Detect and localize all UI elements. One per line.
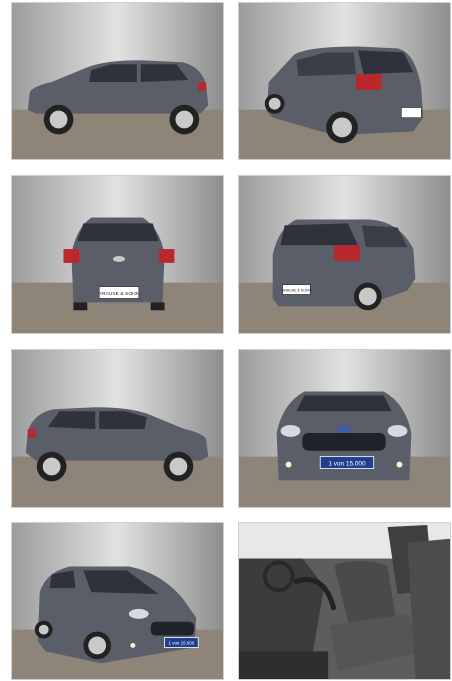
dealer-license-plate: KRAUSE & SOHN bbox=[99, 286, 140, 299]
gallery-photo-2-rear-three-quarter[interactable] bbox=[238, 2, 451, 160]
front-plate-text-2: 1 von 15.000 bbox=[169, 640, 195, 645]
front-license-plate: 1 von 15.000 bbox=[319, 456, 375, 469]
dealer-license-plate-2: KRAUSE & SOHN bbox=[282, 284, 312, 295]
gallery-photo-8-interior[interactable] bbox=[238, 522, 451, 680]
gallery-photo-5-side-right[interactable] bbox=[11, 349, 224, 508]
gallery-photo-4-rear-right[interactable]: KRAUSE & SOHN bbox=[238, 175, 451, 334]
gallery-photo-7-front-three-quarter[interactable]: 1 von 15.000 bbox=[11, 522, 224, 680]
front-license-plate-2: 1 von 15.000 bbox=[164, 637, 199, 648]
gallery-photo-3-rear[interactable]: KRAUSE & SOHN bbox=[11, 175, 224, 334]
gallery-photo-6-front[interactable]: 1 von 15.000 bbox=[238, 349, 451, 508]
dealer-plate-text-2: KRAUSE & SOHN bbox=[282, 289, 312, 293]
dealer-plate-text: KRAUSE & SOHN bbox=[99, 291, 140, 297]
front-plate-text: 1 von 15.000 bbox=[328, 460, 366, 467]
gallery-photo-1-side-left[interactable] bbox=[11, 2, 224, 160]
